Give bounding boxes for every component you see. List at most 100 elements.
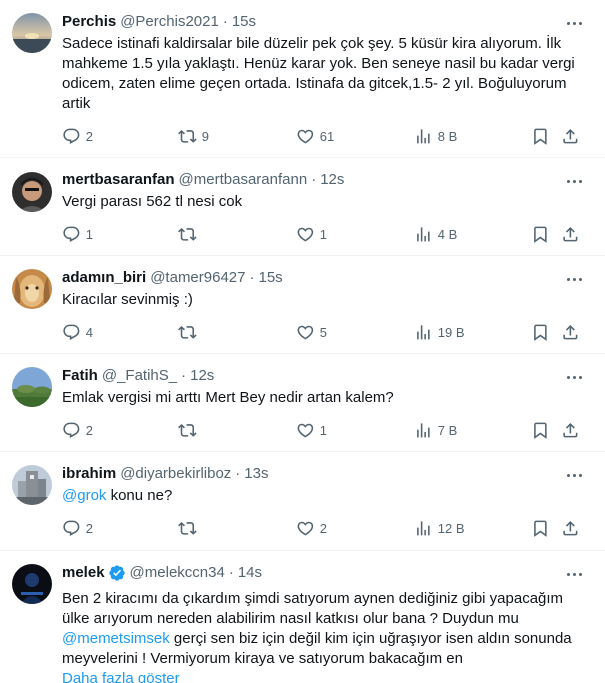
share-button[interactable] (561, 127, 580, 146)
bookmark-button[interactable] (531, 127, 550, 146)
more-icon[interactable] (563, 368, 585, 386)
repost-button[interactable] (178, 421, 202, 440)
reply-count: 1 (85, 226, 93, 242)
action-bar: 2 2 12 B (62, 510, 589, 548)
views-button[interactable]: 19 B (414, 323, 465, 342)
repost-button[interactable] (178, 323, 202, 342)
repost-button[interactable] (178, 225, 202, 244)
bookmark-button[interactable] (531, 225, 550, 244)
repost-icon (178, 421, 197, 440)
repost-button[interactable]: 9 (178, 127, 209, 146)
reply-feed: Perchis @Perchis2021 · 15s Sadece istina… (0, 0, 605, 683)
display-name[interactable]: adamın_biri (62, 268, 146, 288)
tweet[interactable]: Perchis @Perchis2021 · 15s Sadece istina… (0, 0, 605, 158)
timestamp[interactable]: 15s (232, 12, 256, 32)
share-button[interactable] (561, 225, 580, 244)
like-button[interactable]: 1 (296, 225, 327, 244)
more-icon[interactable] (563, 14, 585, 32)
views-button[interactable]: 8 B (414, 127, 457, 146)
repost-icon (178, 127, 197, 146)
timestamp[interactable]: 12s (320, 170, 344, 190)
tweet-text-rest: konu ne? (106, 487, 173, 504)
share-button[interactable] (561, 323, 580, 342)
display-name[interactable]: Perchis (62, 12, 116, 32)
repost-icon (178, 519, 197, 538)
view-count: 4 B (437, 226, 458, 242)
more-icon[interactable] (563, 466, 585, 484)
mention-link[interactable]: @grok (62, 487, 106, 504)
views-button[interactable]: 7 B (414, 421, 457, 440)
like-icon (296, 225, 315, 244)
timestamp[interactable]: 12s (190, 366, 214, 386)
separator: · (311, 171, 317, 188)
share-button[interactable] (561, 421, 580, 440)
avatar[interactable] (12, 465, 52, 505)
reply-button[interactable]: 2 (62, 421, 93, 440)
tweet[interactable]: melek @melekccn34 · 14s Ben 2 kiracımı d… (0, 551, 605, 683)
reply-button[interactable]: 1 (62, 225, 93, 244)
display-name[interactable]: Fatih (62, 366, 98, 386)
timestamp[interactable]: 15s (258, 268, 282, 288)
timestamp[interactable]: 13s (244, 464, 268, 484)
share-button[interactable] (561, 519, 580, 538)
display-name[interactable]: melek (62, 563, 105, 583)
user-handle[interactable]: @mertbasaranfann (179, 170, 308, 190)
avatar[interactable] (12, 172, 52, 212)
like-button[interactable]: 1 (296, 421, 327, 440)
user-handle[interactable]: @diyarbekirliboz (120, 464, 231, 484)
timestamp[interactable]: 14s (238, 563, 262, 583)
views-button[interactable]: 12 B (414, 519, 465, 538)
more-icon[interactable] (563, 270, 585, 288)
separator: · (235, 465, 241, 482)
bookmark-button[interactable] (531, 323, 550, 342)
action-bar: 2 9 61 8 B (62, 118, 589, 156)
user-handle[interactable]: @Perchis2021 (120, 12, 219, 32)
avatar[interactable] (12, 367, 52, 407)
separator: · (249, 269, 255, 286)
reply-button[interactable]: 2 (62, 127, 93, 146)
user-handle[interactable]: @melekccn34 (130, 563, 225, 583)
view-count: 19 B (437, 324, 465, 340)
user-handle[interactable]: @tamer96427 (150, 268, 245, 288)
mention-link[interactable]: @memetsimsek (62, 630, 170, 647)
repost-count: 9 (201, 128, 209, 144)
repost-icon (178, 323, 197, 342)
views-button[interactable]: 4 B (414, 225, 457, 244)
share-icon (561, 323, 580, 342)
more-icon[interactable] (563, 565, 585, 583)
tweet[interactable]: mertbasaranfan @mertbasaranfann · 12s Ve… (0, 158, 605, 256)
bookmark-button[interactable] (531, 421, 550, 440)
bookmark-icon (531, 519, 550, 538)
tweet-text: Emlak vergisi mi arttı Mert Bey nedir ar… (62, 389, 394, 406)
tweet[interactable]: ibrahim @diyarbekirliboz · 13s @grok kon… (0, 452, 605, 551)
tweet[interactable]: adamın_biri @tamer96427 · 15s Kiracılar … (0, 256, 605, 354)
bookmark-icon (531, 323, 550, 342)
show-more-link[interactable]: Daha fazla göster (62, 669, 589, 683)
more-icon[interactable] (563, 172, 585, 190)
display-name[interactable]: mertbasaranfan (62, 170, 175, 190)
tweet[interactable]: Fatih @_FatihS_ · 12s Emlak vergisi mi a… (0, 354, 605, 452)
reply-button[interactable]: 2 (62, 519, 93, 538)
bookmark-button[interactable] (531, 519, 550, 538)
views-icon (414, 225, 433, 244)
like-button[interactable]: 5 (296, 323, 327, 342)
avatar[interactable] (12, 269, 52, 309)
like-button[interactable]: 2 (296, 519, 327, 538)
share-icon (561, 225, 580, 244)
reply-count: 4 (85, 324, 93, 340)
avatar[interactable] (12, 564, 52, 604)
display-name[interactable]: ibrahim (62, 464, 116, 484)
reply-count: 2 (85, 520, 93, 536)
separator: · (181, 367, 187, 384)
user-handle[interactable]: @_FatihS_ (102, 366, 177, 386)
tweet-text: Sadece istinafi kaldirsalar bile düzelir… (62, 35, 575, 112)
views-icon (414, 323, 433, 342)
reply-count: 2 (85, 422, 93, 438)
repost-button[interactable] (178, 519, 202, 538)
like-count: 61 (319, 128, 335, 144)
verified-badge-icon (108, 565, 125, 581)
avatar[interactable] (12, 13, 52, 53)
reply-icon (62, 127, 81, 146)
reply-button[interactable]: 4 (62, 323, 93, 342)
like-button[interactable]: 61 (296, 127, 334, 146)
